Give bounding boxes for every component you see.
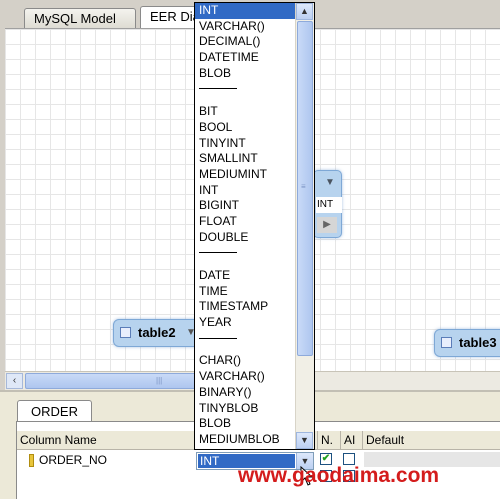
dropdown-option[interactable]: DECIMAL() (195, 34, 296, 50)
dropdown-separator (195, 88, 296, 104)
dropdown-option[interactable]: CHAR() (195, 353, 296, 369)
dropdown-option[interactable]: DATETIME (195, 50, 296, 66)
dropdown-option[interactable]: TIME (195, 284, 296, 300)
dropdown-option[interactable]: DATE (195, 268, 296, 284)
column-name-cell[interactable]: ORDER_NO (39, 451, 107, 469)
table-node-label: table2 (138, 325, 176, 340)
dropdown-option[interactable]: MEDIUMBLOB (195, 432, 296, 448)
dropdown-option[interactable]: BIGINT (195, 198, 296, 214)
tab-mysql-model[interactable]: MySQL Model (24, 8, 136, 28)
table-node-mini-editor[interactable]: ▼ INT ▶ (313, 170, 342, 238)
dropdown-vertical-scrollbar[interactable]: ▲ ≡ ▼ (295, 3, 314, 449)
tab-order[interactable]: ORDER (17, 400, 92, 421)
collapse-arrow-icon[interactable]: ▼ (325, 177, 335, 188)
dropdown-option[interactable]: BIT (195, 104, 296, 120)
column-header-ai[interactable]: AI (341, 431, 363, 449)
dropdown-option[interactable]: INT (195, 183, 296, 199)
dropdown-option[interactable]: INT (195, 3, 296, 19)
dropdown-option[interactable]: BOOL (195, 120, 296, 136)
scroll-down-icon[interactable]: ▼ (296, 432, 313, 449)
dropdown-separator (195, 252, 296, 268)
scroll-left-icon[interactable]: ‹ (6, 373, 23, 389)
column-type-cell[interactable]: INT (316, 197, 342, 213)
watermark: www.gaodaima.com (238, 464, 440, 487)
table-node-table2[interactable]: table2 ▼ (113, 319, 203, 347)
scrollbar-thumb[interactable]: ≡ (297, 21, 313, 356)
dropdown-option[interactable]: BLOB (195, 66, 296, 82)
table-icon (120, 327, 131, 338)
dropdown-option[interactable]: FLOAT (195, 214, 296, 230)
dropdown-option[interactable]: VARCHAR() (195, 19, 296, 35)
scroll-up-icon[interactable]: ▲ (296, 3, 313, 20)
dropdown-option[interactable]: VARCHAR() (195, 369, 296, 385)
column-header-nn[interactable]: N. (318, 431, 341, 449)
grip-icon: ||| (156, 376, 163, 385)
play-arrow-icon[interactable]: ▶ (317, 217, 337, 233)
grip-icon: ≡ (301, 182, 306, 191)
dropdown-option[interactable]: YEAR (195, 315, 296, 331)
table-node-table3[interactable]: table3 (434, 329, 500, 357)
dropdown-option[interactable]: MEDIUMINT (195, 167, 296, 183)
key-icon (29, 454, 34, 467)
dropdown-option[interactable]: LONGBLOB (195, 448, 296, 449)
dropdown-options: INT VARCHAR() DECIMAL() DATETIME BLOB BIT BOOL… (195, 3, 296, 449)
datatype-dropdown-list[interactable]: INT VARCHAR() DECIMAL() DATETIME BLOB BIT BOOL… (194, 2, 315, 450)
dropdown-option[interactable]: TINYINT (195, 136, 296, 152)
dropdown-option[interactable]: BINARY() (195, 385, 296, 401)
column-header-default[interactable]: Default (363, 431, 500, 449)
table-node-label: table3 (459, 335, 497, 350)
dropdown-separator (195, 337, 296, 354)
dropdown-option[interactable]: DOUBLE (195, 230, 296, 246)
table-icon (441, 337, 452, 348)
tab-label: MySQL Model (34, 11, 116, 26)
dropdown-option[interactable]: BLOB (195, 416, 296, 432)
dropdown-option[interactable]: TINYBLOB (195, 401, 296, 417)
dropdown-option[interactable]: TIMESTAMP (195, 299, 296, 315)
dropdown-option[interactable]: SMALLINT (195, 151, 296, 167)
